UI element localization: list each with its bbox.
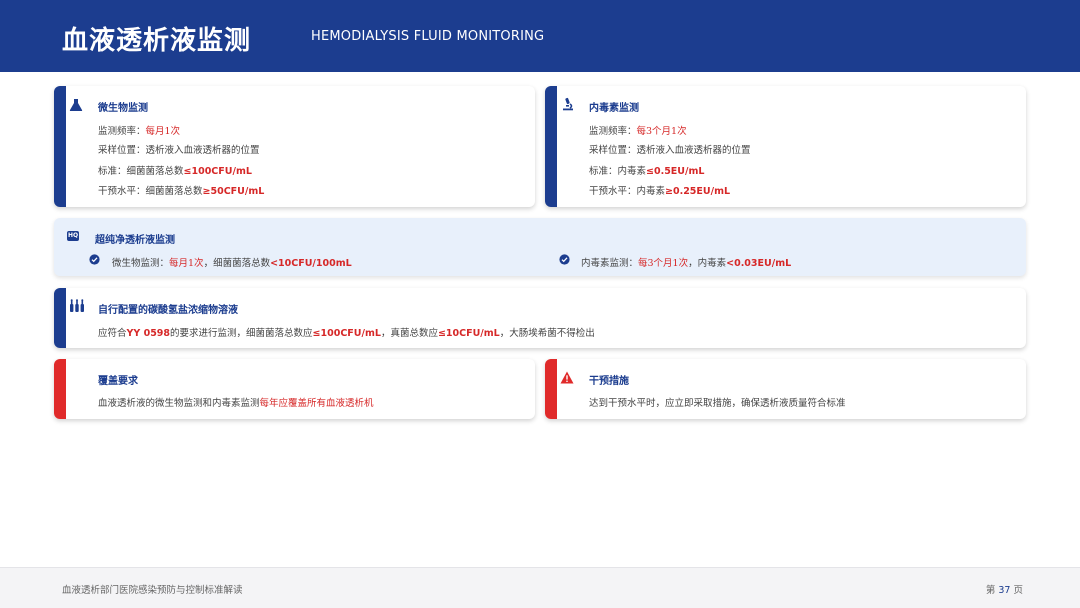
ultrapure-endotoxin-line: 内毒素监测：每3个月1次，内毒素<0.03EU/mL xyxy=(581,258,792,269)
standard-line: 标准：细菌菌落总数≤100CFU/mL xyxy=(98,166,252,177)
page-title: 血液透析液监测 xyxy=(62,26,252,56)
ultrapure-microbial-line: 微生物监测：每月1次，细菌菌落总数<10CFU/100mL xyxy=(112,258,352,269)
card-accent-bar xyxy=(54,86,66,207)
ultrapure-title: 超纯净透析液监测 xyxy=(95,235,175,246)
warning-icon xyxy=(560,371,574,384)
intervention-measures-card: 干预措施 达到干预水平时，应立即采取措施，确保透析液质量符合标准 xyxy=(545,359,1026,419)
card-accent-bar xyxy=(54,288,66,348)
footer-document-title: 血液透析部门医院感染预防与控制标准解读 xyxy=(62,585,243,596)
header-banner: 血液透析液监测 HEMODIALYSIS FLUID MONITORING xyxy=(0,0,1080,72)
card-title: 微生物监测 xyxy=(98,103,148,114)
card-title: 覆盖要求 xyxy=(98,376,138,387)
card-accent-bar xyxy=(545,359,557,419)
ultrapure-dialysate-panel: HQ 超纯净透析液监测 微生物监测：每月1次，细菌菌落总数<10CFU/100m… xyxy=(54,218,1026,276)
page-subtitle: HEMODIALYSIS FLUID MONITORING xyxy=(311,29,545,44)
hq-badge-icon: HQ xyxy=(67,231,79,241)
check-circle-icon xyxy=(89,254,100,265)
intervention-level-line: 干预水平：内毒素≥0.25EU/mL xyxy=(589,186,731,197)
bicarbonate-requirement-line: 应符合YY 0598的要求进行监测，细菌菌落总数应≤100CFU/mL，真菌总数… xyxy=(98,328,595,339)
card-title: 内毒素监测 xyxy=(589,103,639,114)
footer: 血液透析部门医院感染预防与控制标准解读 第 37 页 xyxy=(0,567,1080,608)
intervention-text-line: 达到干预水平时，应立即采取措施，确保透析液质量符合标准 xyxy=(589,398,846,409)
sampling-site-line: 采样位置：透析液入血液透析器的位置 xyxy=(98,145,260,156)
card-accent-bar xyxy=(54,359,66,419)
page-number: 第 37 页 xyxy=(985,585,1023,596)
standard-line: 标准：内毒素≤0.5EU/mL xyxy=(589,166,705,177)
card-title: 干预措施 xyxy=(589,376,629,387)
flask-icon xyxy=(69,99,83,111)
check-circle-icon xyxy=(559,254,570,265)
microbial-monitoring-card: 微生物监测 监测频率：每月1次 采样位置：透析液入血液透析器的位置 标准：细菌菌… xyxy=(54,86,535,207)
coverage-text-line: 血液透析液的微生物监测和内毒素监测每年应覆盖所有血液透析机 xyxy=(98,398,374,409)
intervention-level-line: 干预水平：细菌菌落总数≥50CFU/mL xyxy=(98,186,265,197)
endotoxin-monitoring-card: 内毒素监测 监测频率：每3个月1次 采样位置：透析液入血液透析器的位置 标准：内… xyxy=(545,86,1026,207)
sampling-site-line: 采样位置：透析液入血液透析器的位置 xyxy=(589,145,751,156)
frequency-line: 监测频率：每月1次 xyxy=(98,126,181,137)
card-accent-bar xyxy=(545,86,557,207)
card-title: 自行配置的碳酸氢盐浓缩物溶液 xyxy=(98,305,238,316)
bicarbonate-concentrate-card: 自行配置的碳酸氢盐浓缩物溶液 应符合YY 0598的要求进行监测，细菌菌落总数应… xyxy=(54,288,1026,348)
microscope-icon xyxy=(563,97,573,111)
bottles-icon xyxy=(70,299,84,312)
frequency-line: 监测频率：每3个月1次 xyxy=(589,126,687,137)
coverage-requirement-card: 覆盖要求 血液透析液的微生物监测和内毒素监测每年应覆盖所有血液透析机 xyxy=(54,359,535,419)
